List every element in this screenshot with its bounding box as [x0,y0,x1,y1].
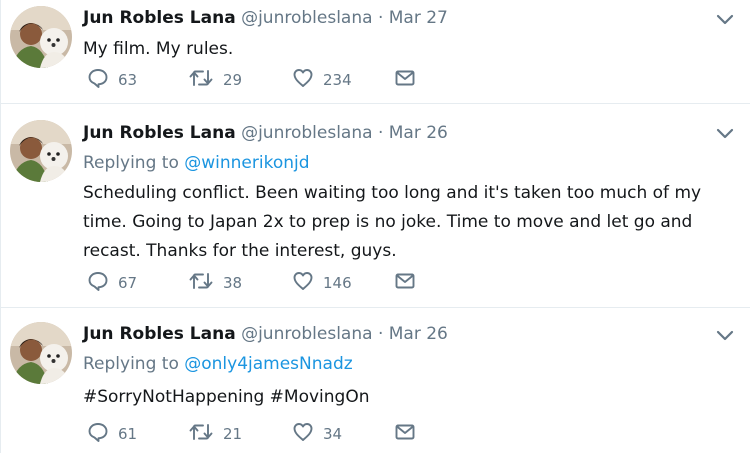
reply-mention-link[interactable]: @winnerikonjd [184,153,309,173]
chevron-down-icon[interactable] [716,126,734,140]
replying-to-label: Replying to [83,153,185,173]
tweet-timestamp[interactable]: Mar 26 [389,123,448,143]
chevron-down-icon[interactable] [716,328,734,342]
like-button[interactable]: 146 [292,270,352,296]
tweet-content: Jun Robles Lana @junrobleslana · Mar 26 … [83,323,710,412]
like-button[interactable]: 34 [292,421,342,447]
retweet-button[interactable]: 29 [188,67,242,93]
tweet[interactable]: Jun Robles Lana @junrobleslana · Mar 26 … [1,308,750,453]
direct-message-button[interactable] [394,421,416,447]
reply-button[interactable]: 63 [87,67,137,93]
retweet-icon [188,67,214,93]
tweet-text: Scheduling conflict. Been waiting too lo… [83,183,702,261]
separator-dot: · [377,324,384,344]
reply-count: 67 [118,274,138,292]
tweet-timeline: Jun Robles Lana @junrobleslana · Mar 27 … [0,0,750,453]
retweet-count: 21 [223,425,243,443]
direct-message-button[interactable] [394,67,416,93]
like-count: 146 [323,274,352,292]
retweet-button[interactable]: 38 [188,270,242,296]
tweet-actions: 63 29 234 [87,67,447,93]
tweet-text: My film. My rules. [83,39,234,59]
tweet-content: Jun Robles Lana @junrobleslana · Mar 26 … [83,122,710,266]
separator-dot: · [377,123,384,143]
tweet[interactable]: Jun Robles Lana @junrobleslana · Mar 27 … [1,0,750,104]
heart-icon [292,421,314,447]
tweet[interactable]: Jun Robles Lana @junrobleslana · Mar 26 … [1,104,750,308]
author-name[interactable]: Jun Robles Lana [83,8,236,28]
avatar[interactable] [10,322,72,384]
avatar[interactable] [10,120,72,182]
like-count: 234 [323,71,352,89]
tweet-hashtags[interactable]: #SorryNotHappening #MovingOn [83,383,710,412]
tweet-actions: 67 38 146 [87,270,447,296]
author-name[interactable]: Jun Robles Lana [83,324,236,344]
reply-count: 61 [118,425,138,443]
retweet-icon [188,421,214,447]
replying-to-line: Replying to @winnerikonjd [83,152,710,174]
tweet-actions: 61 21 34 [87,421,447,447]
retweet-button[interactable]: 21 [188,421,242,447]
tweet-header: Jun Robles Lana @junrobleslana · Mar 27 [83,7,710,29]
author-handle[interactable]: @junrobleslana [241,123,372,143]
retweet-count: 38 [223,274,243,292]
author-handle[interactable]: @junrobleslana [241,8,372,28]
reply-icon [87,270,109,296]
heart-icon [292,67,314,93]
tweet-timestamp[interactable]: Mar 27 [389,8,448,28]
envelope-icon [394,270,416,296]
tweet-header: Jun Robles Lana @junrobleslana · Mar 26 [83,122,710,144]
author-name[interactable]: Jun Robles Lana [83,123,236,143]
envelope-icon [394,421,416,447]
replying-to-label: Replying to [83,354,185,374]
reply-icon [87,67,109,93]
direct-message-button[interactable] [394,270,416,296]
reply-button[interactable]: 61 [87,421,137,447]
reply-count: 63 [118,71,138,89]
reply-mention-link[interactable]: @only4jamesNnadz [184,354,352,374]
retweet-count: 29 [223,71,243,89]
tweet-content: Jun Robles Lana @junrobleslana · Mar 27 … [83,7,710,64]
retweet-icon [188,270,214,296]
separator-dot: · [377,8,384,28]
heart-icon [292,270,314,296]
like-button[interactable]: 234 [292,67,352,93]
tweet-timestamp[interactable]: Mar 26 [389,324,448,344]
avatar[interactable] [10,6,72,68]
reply-button[interactable]: 67 [87,270,137,296]
replying-to-line: Replying to @only4jamesNnadz [83,353,710,375]
envelope-icon [394,67,416,93]
reply-icon [87,421,109,447]
chevron-down-icon[interactable] [716,12,734,26]
tweet-header: Jun Robles Lana @junrobleslana · Mar 26 [83,323,710,345]
author-handle[interactable]: @junrobleslana [241,324,372,344]
like-count: 34 [323,425,343,443]
